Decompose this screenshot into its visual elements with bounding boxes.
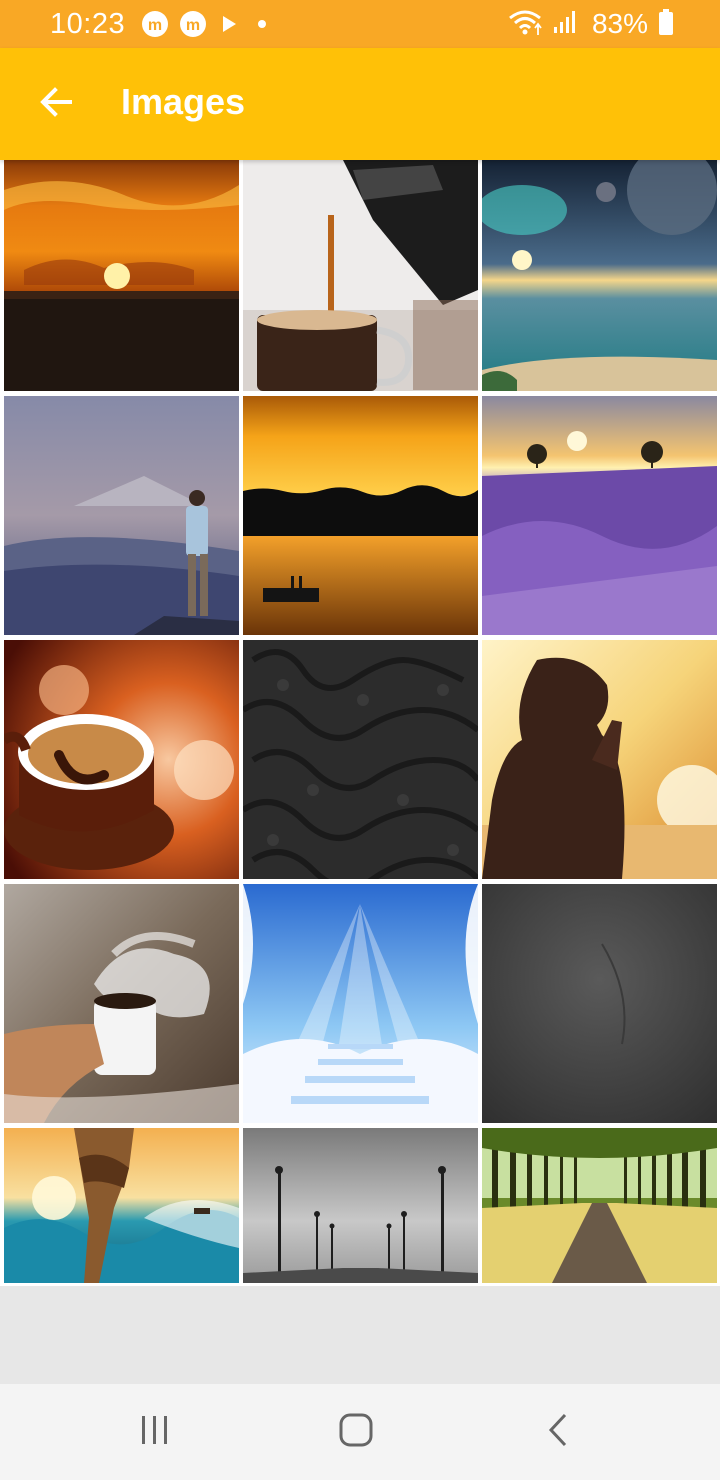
m-circle-icon: m [179,10,207,38]
home-icon [338,1412,374,1453]
battery-icon [658,8,674,41]
navigation-bar [0,1384,720,1480]
chevron-left-icon [543,1412,573,1453]
lavender-field-sunset-image [482,396,717,635]
fantasy-sea-planets-image [482,160,717,391]
tree-lined-path-image [482,1128,717,1283]
image-tile-dark-floral-pattern[interactable] [243,640,478,879]
hand-rescue-ocean-image [4,1128,239,1283]
image-tile-gray-concrete-wall[interactable] [482,884,717,1123]
sunset-over-sea-image [4,160,239,391]
dot-icon [251,13,273,35]
image-grid [0,160,720,1286]
image-tile-coffee-pouring[interactable] [243,160,478,391]
image-tile-foggy-pier-lamps[interactable] [243,1128,478,1283]
hand-holding-coffee-steam-image [4,884,239,1123]
woman-praying-silhouette-image [482,640,717,879]
home-button[interactable] [316,1404,396,1460]
back-button[interactable] [28,76,84,132]
man-on-mountain-image [4,396,239,635]
recents-icon [138,1413,172,1452]
image-tile-lavender-field-sunset[interactable] [482,396,717,635]
image-tile-hand-rescue-ocean[interactable] [4,1128,239,1283]
svg-text:m: m [186,17,200,34]
image-tile-sunset-over-sea[interactable] [4,160,239,391]
stairway-to-heaven-image [243,884,478,1123]
image-tile-stairway-to-heaven[interactable] [243,884,478,1123]
foggy-pier-lamps-image [243,1128,478,1283]
status-left: 10:23 m m [50,6,273,42]
m-circle-icon: m [141,10,169,38]
status-time: 10:23 [50,7,126,40]
page-title: Images [121,81,246,122]
signal-icon [552,9,578,40]
wifi-icon [508,8,542,41]
image-tile-woman-praying-silhouette[interactable] [482,640,717,879]
svg-text:m: m [148,17,162,34]
app-bar: Images [0,48,720,160]
image-tile-lake-sunset-dock[interactable] [243,396,478,635]
coffee-cup-smile-image [4,640,239,879]
status-bar: 10:23 m m 83% [0,0,720,48]
recents-button[interactable] [115,1404,195,1460]
coffee-pouring-image [243,160,478,391]
image-tile-man-on-mountain[interactable] [4,396,239,635]
image-tile-tree-lined-path[interactable] [482,1128,717,1283]
image-tile-fantasy-sea-planets[interactable] [482,160,717,391]
image-tile-hand-holding-coffee-steam[interactable] [4,884,239,1123]
battery-percent: 83% [591,8,648,39]
image-tile-coffee-cup-smile[interactable] [4,640,239,879]
lake-sunset-dock-image [243,396,478,635]
nav-back-button[interactable] [518,1404,598,1460]
gray-concrete-wall-image [482,884,717,1123]
arrow-back-icon [36,82,76,127]
play-icon [217,12,241,36]
dark-floral-pattern-image [243,640,478,879]
status-right: 83% [508,6,674,42]
